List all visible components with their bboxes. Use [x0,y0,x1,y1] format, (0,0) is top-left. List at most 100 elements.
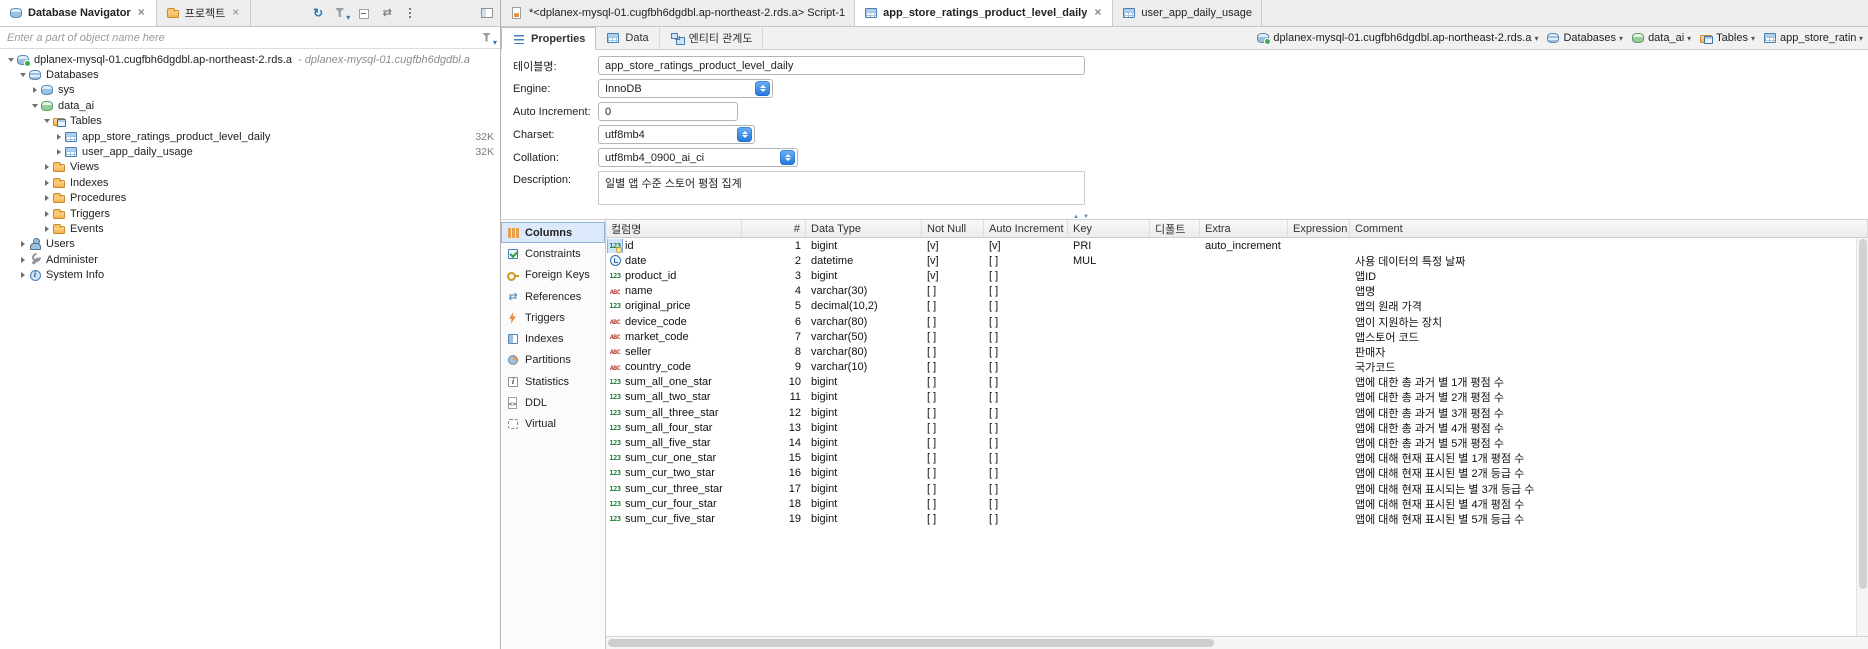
grid-header-cell[interactable]: Extra [1200,220,1288,237]
stepper-icon[interactable] [755,81,770,96]
expander-icon[interactable] [17,73,28,77]
grid-header-cell[interactable]: Expression [1288,220,1350,237]
breadcrumb-item[interactable]: dplanex-mysql-01.cugfbh6dgdbl.ap-northea… [1252,31,1542,45]
grid-header-cell[interactable]: 컬럼명 [606,220,742,237]
close-icon[interactable] [1092,7,1103,19]
cell-not-null[interactable]: [ ] [922,391,984,403]
column-row[interactable]: market_code 7 varchar(50) [ ] [ ] 앱스토어 코… [606,329,1868,344]
grid-header-cell[interactable]: Not Null [922,220,984,237]
engine-select[interactable]: InnoDB [598,79,773,98]
breadcrumb-item[interactable]: app_store_ratings_product_level_daily [1759,31,1867,45]
column-row[interactable]: sum_all_four_star 13 bigint [ ] [ ] 앱에 대… [606,420,1868,435]
tree-item[interactable]: user_app_daily_usage 32K [0,144,500,159]
expander-icon[interactable] [17,241,28,247]
expander-icon[interactable] [17,257,28,263]
expander-icon[interactable] [53,134,64,140]
cell-column-name[interactable]: country_code [606,360,742,374]
side-tab[interactable]: Indexes [501,328,605,349]
breadcrumb-item[interactable]: Tables [1695,31,1759,45]
cell-auto-increment[interactable]: [ ] [984,285,1068,297]
column-row[interactable]: country_code 9 varchar(10) [ ] [ ] 국가코드 [606,360,1868,375]
cell-auto-increment[interactable]: [ ] [984,452,1068,464]
editor-tab[interactable]: app_store_ratings_product_level_daily [855,0,1114,26]
cell-not-null[interactable]: [ ] [922,452,984,464]
grid-header-cell[interactable]: Auto Increment [984,220,1068,237]
cell-auto-increment[interactable]: [ ] [984,437,1068,449]
breadcrumb-item[interactable]: Databases [1542,31,1627,45]
cell-auto-increment[interactable]: [ ] [984,422,1068,434]
cell-column-name[interactable]: sum_all_three_star [606,406,742,420]
column-row[interactable]: seller 8 varchar(80) [ ] [ ] 판매자 [606,344,1868,359]
table-name-input[interactable] [598,56,1085,75]
column-row[interactable]: product_id 3 bigint [v] [ ] 앱ID [606,268,1868,283]
side-tab[interactable]: Virtual [501,414,605,435]
tree-item[interactable]: Procedures [0,191,500,206]
cell-column-name[interactable]: sum_cur_one_star [606,451,742,465]
column-row[interactable]: date 2 datetime [v] [ ] MUL 사용 데이터의 특정 날… [606,253,1868,268]
expander-icon[interactable] [41,180,52,186]
close-icon[interactable] [230,7,241,19]
filter-funnel-icon[interactable] [481,31,497,47]
panel-tab[interactable]: 프로젝트 [156,0,252,26]
cell-not-null[interactable]: [ ] [922,422,984,434]
column-row[interactable]: sum_all_one_star 10 bigint [ ] [ ] 앱에 대한… [606,375,1868,390]
charset-select[interactable]: utf8mb4 [598,125,755,144]
tree-item[interactable]: System Info [0,267,500,282]
chevron-down-icon[interactable] [1751,32,1755,44]
cell-not-null[interactable]: [v] [922,255,984,267]
vertical-scrollbar[interactable] [1856,238,1868,636]
cell-column-name[interactable]: sum_all_four_star [606,421,742,435]
cell-not-null[interactable]: [ ] [922,376,984,388]
horizontal-scrollbar[interactable] [606,636,1868,649]
side-tab[interactable]: DDL [501,392,605,413]
tree-item[interactable]: Databases [0,67,500,82]
cell-not-null[interactable]: [ ] [922,437,984,449]
editor-subtab[interactable]: Properties [501,27,597,50]
cell-auto-increment[interactable]: [ ] [984,498,1068,510]
tree-item[interactable]: Views [0,160,500,175]
cell-not-null[interactable]: [ ] [922,483,984,495]
scrollbar-thumb[interactable] [608,639,1214,647]
column-row[interactable]: sum_all_five_star 14 bigint [ ] [ ] 앱에 대… [606,435,1868,450]
tree-item[interactable]: sys [0,83,500,98]
cell-not-null[interactable]: [ ] [922,361,984,373]
column-row[interactable]: sum_all_three_star 12 bigint [ ] [ ] 앱에 … [606,405,1868,420]
cell-column-name[interactable]: sum_all_one_star [606,375,742,389]
cell-not-null[interactable]: [ ] [922,285,984,297]
side-tab[interactable]: Columns [501,222,605,244]
cell-column-name[interactable]: seller [606,345,742,359]
side-tab[interactable]: Partitions [501,350,605,371]
expander-icon[interactable] [41,226,52,232]
cell-auto-increment[interactable]: [ ] [984,331,1068,343]
cell-not-null[interactable]: [ ] [922,498,984,510]
column-row[interactable]: sum_all_two_star 11 bigint [ ] [ ] 앱에 대한… [606,390,1868,405]
cell-not-null[interactable]: [ ] [922,467,984,479]
expander-icon[interactable] [41,164,52,170]
chevron-down-icon[interactable] [1534,32,1538,44]
grid-header-cell[interactable]: Data Type [806,220,922,237]
expander-icon[interactable] [41,211,52,217]
editor-tab[interactable]: user_app_daily_usage [1113,0,1263,26]
grid-header-cell[interactable]: Key [1068,220,1150,237]
cell-auto-increment[interactable]: [ ] [984,513,1068,525]
editor-tab[interactable]: *<dplanex-mysql-01.cugfbh6dgdbl.ap-north… [501,0,856,26]
side-tab[interactable]: Triggers [501,307,605,328]
expander-icon[interactable] [17,272,28,278]
side-tab[interactable]: References [501,286,605,307]
column-row[interactable]: device_code 6 varchar(80) [ ] [ ] 앱이 지원하… [606,314,1868,329]
expander-icon[interactable] [29,104,40,108]
cell-auto-increment[interactable]: [ ] [984,316,1068,328]
column-row[interactable]: sum_cur_one_star 15 bigint [ ] [ ] 앱에 대해… [606,451,1868,466]
cell-column-name[interactable]: device_code [606,315,742,329]
cell-column-name[interactable]: sum_all_two_star [606,390,742,404]
chevron-down-icon[interactable] [1619,32,1623,44]
tree-item[interactable]: Administer [0,252,500,267]
cell-column-name[interactable]: date [606,254,742,268]
cell-column-name[interactable]: product_id [606,269,742,283]
expander-icon[interactable] [29,87,40,93]
cell-auto-increment[interactable]: [ ] [984,270,1068,282]
splitter[interactable] [501,209,1868,219]
grid-header-cell[interactable]: 디폴트 [1150,220,1200,237]
cell-auto-increment[interactable]: [ ] [984,483,1068,495]
side-tab[interactable]: Foreign Keys [501,265,605,286]
